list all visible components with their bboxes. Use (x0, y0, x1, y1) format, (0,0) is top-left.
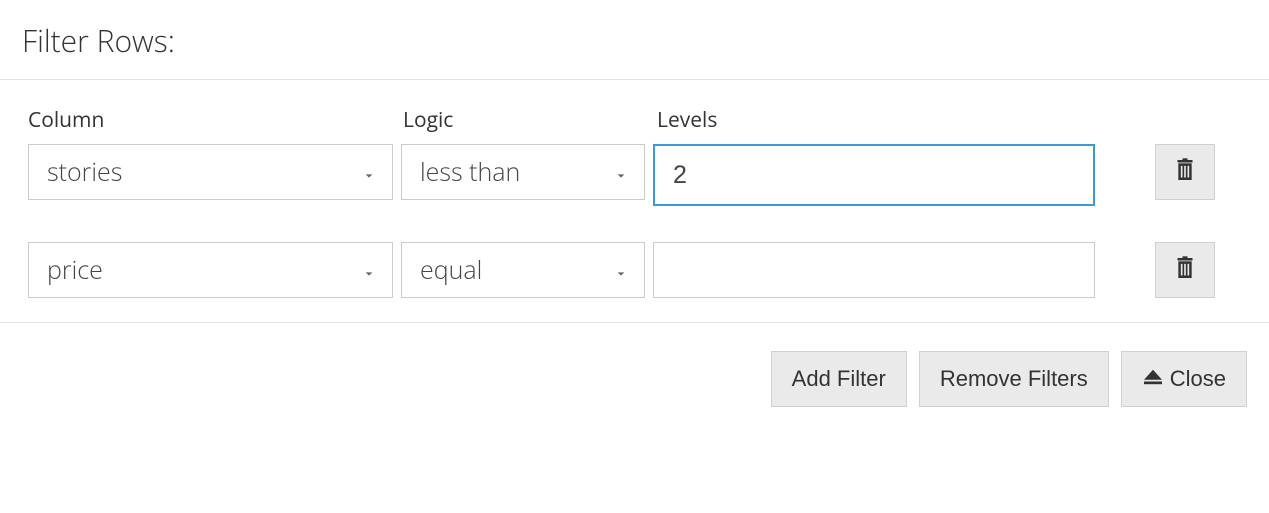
logic-select-value: less than (420, 155, 520, 189)
column-select-value: price (47, 253, 103, 287)
close-label: Close (1170, 366, 1226, 392)
chevron-down-icon (614, 155, 628, 189)
add-filter-button[interactable]: Add Filter (771, 351, 907, 407)
column-select[interactable]: stories (28, 144, 393, 200)
eject-icon (1142, 366, 1164, 392)
chevron-down-icon (362, 253, 376, 287)
remove-filters-button[interactable]: Remove Filters (919, 351, 1109, 407)
column-select-value: stories (47, 155, 122, 189)
header-logic: Logic (403, 106, 647, 134)
trash-icon (1175, 158, 1195, 187)
filter-row: price equal (28, 242, 1241, 298)
logic-select[interactable]: equal (401, 242, 645, 298)
delete-row-button[interactable] (1155, 144, 1215, 200)
chevron-down-icon (614, 253, 628, 287)
column-select[interactable]: price (28, 242, 393, 298)
footer-buttons: Add Filter Remove Filters Close (0, 323, 1269, 431)
levels-input[interactable] (653, 242, 1095, 298)
filters-container: Column Logic Levels stories less than (0, 80, 1269, 322)
chevron-down-icon (362, 155, 376, 189)
logic-select-value: equal (420, 253, 482, 287)
header-levels: Levels (657, 106, 1099, 134)
delete-row-button[interactable] (1155, 242, 1215, 298)
add-filter-label: Add Filter (792, 366, 886, 392)
filter-row: stories less than (28, 144, 1241, 206)
close-button[interactable]: Close (1121, 351, 1247, 407)
levels-input[interactable] (653, 144, 1095, 206)
logic-select[interactable]: less than (401, 144, 645, 200)
filter-header-row: Column Logic Levels (28, 106, 1241, 144)
remove-filters-label: Remove Filters (940, 366, 1088, 392)
page-title: Filter Rows: (0, 0, 1269, 79)
trash-icon (1175, 256, 1195, 285)
header-column: Column (28, 106, 393, 134)
